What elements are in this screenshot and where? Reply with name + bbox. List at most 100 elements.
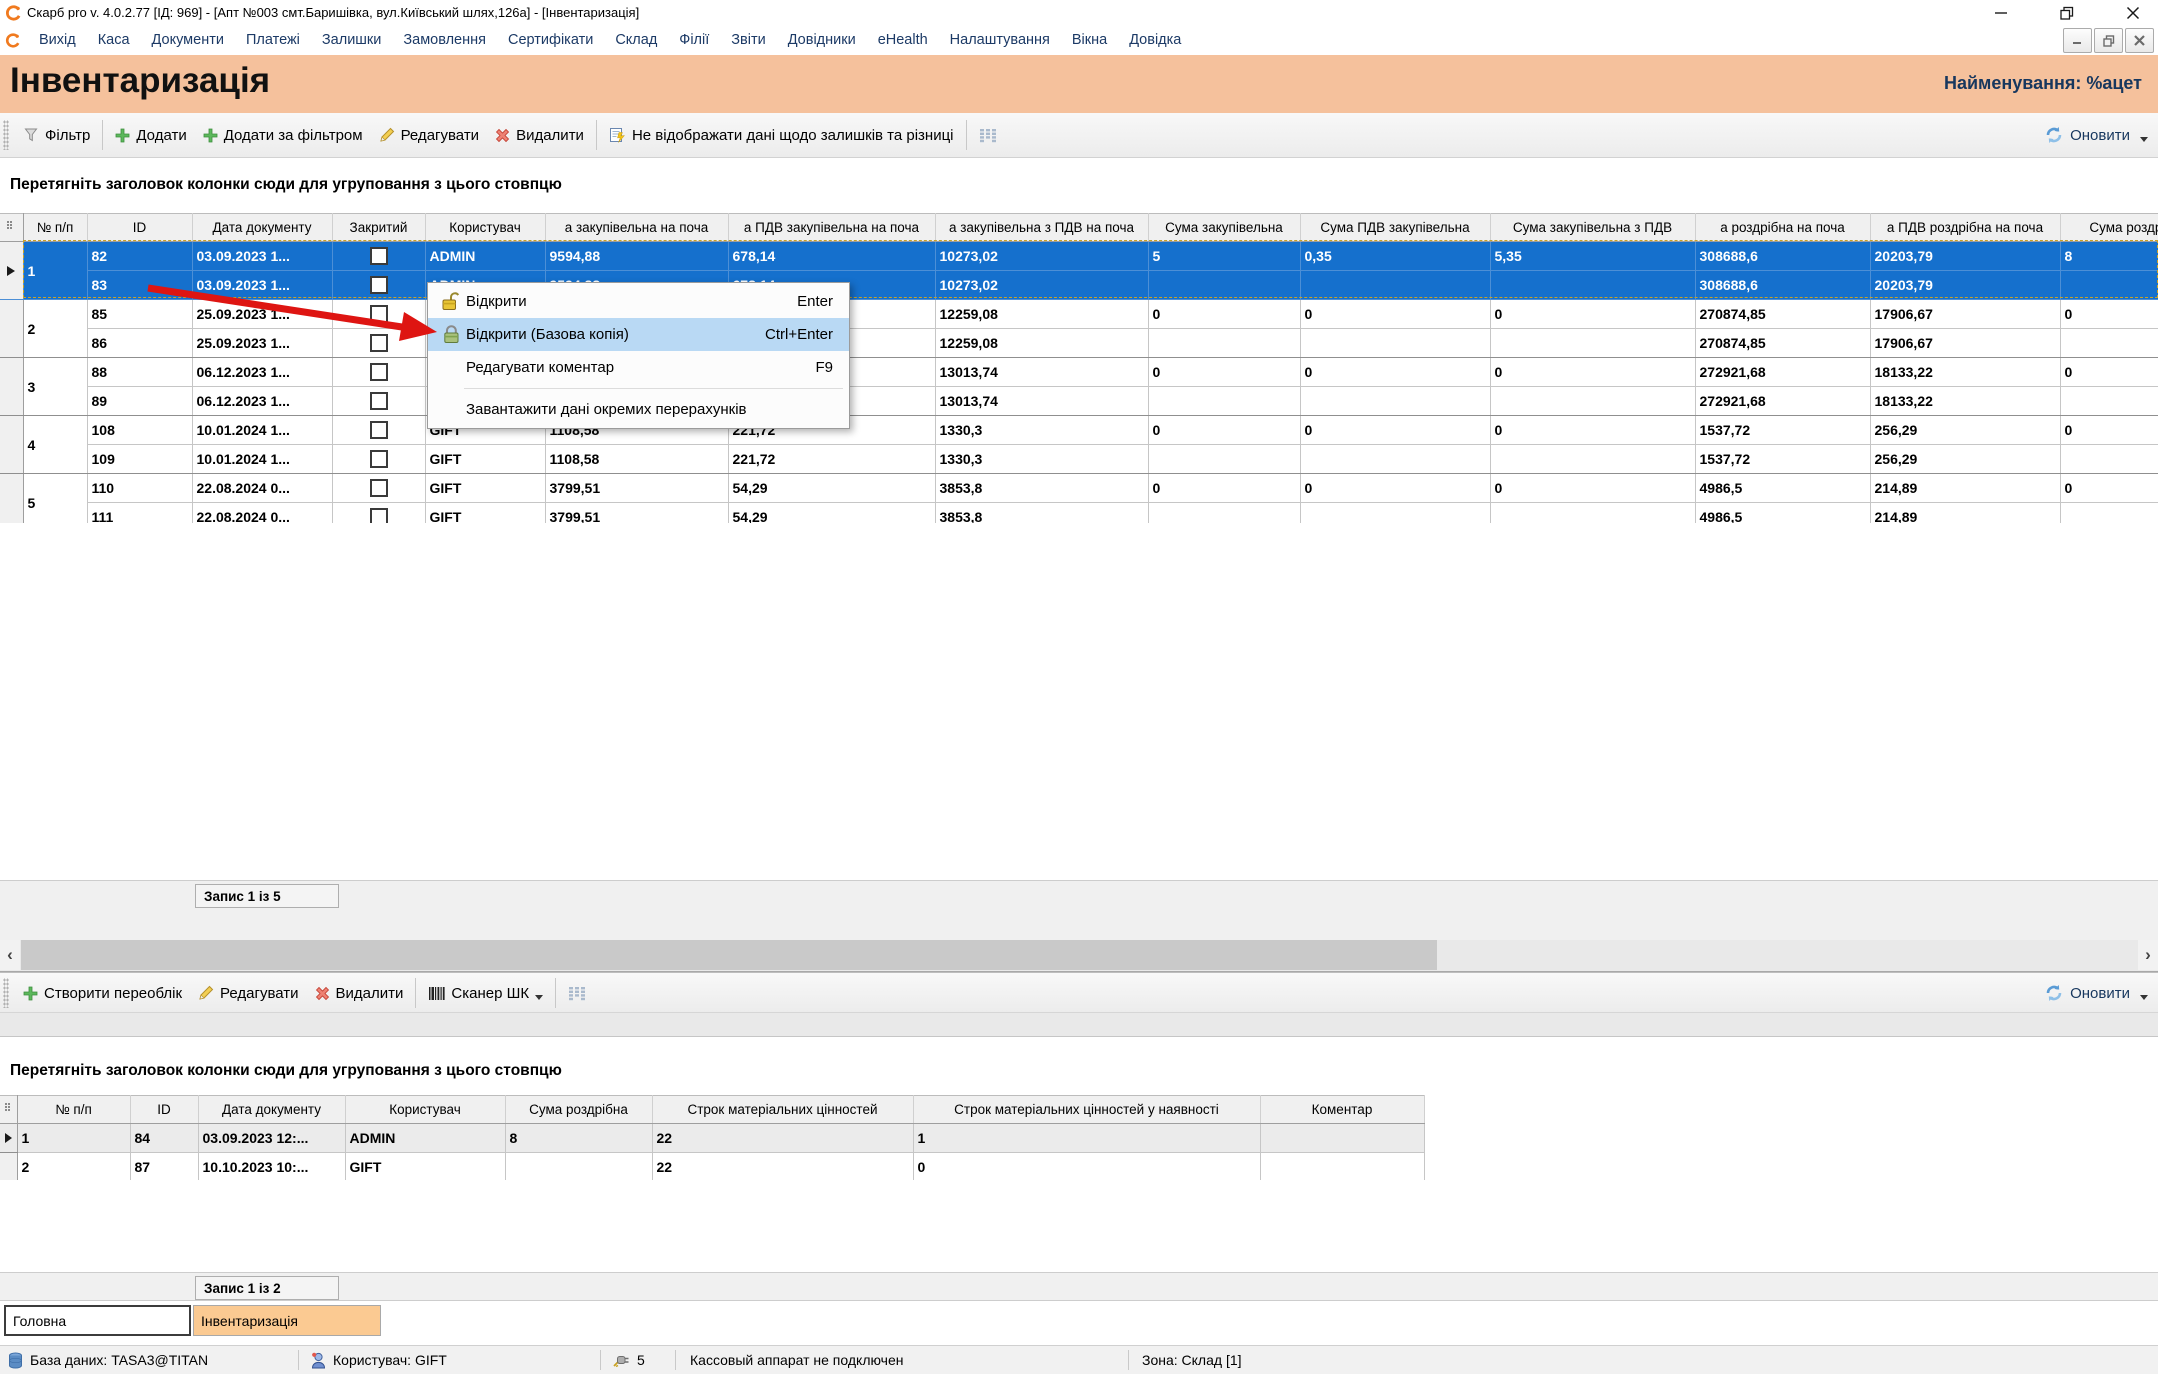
row-indicator-cell: [0, 1124, 17, 1153]
inventory-row[interactable]: 18203.09.2023 1...ADMIN9594,88678,141027…: [0, 242, 2158, 271]
mdi-minimize-icon[interactable]: [2063, 28, 2092, 53]
context-menu-item-0[interactable]: ВідкритиEnter: [428, 285, 849, 318]
column-header[interactable]: а закупівельна на поча: [545, 214, 728, 242]
inventory-row[interactable]: 410810.01.2024 1...GIFT1108,58221,721330…: [0, 416, 2158, 445]
menu-item-3[interactable]: Платежі: [235, 25, 311, 55]
minimize-window-icon[interactable]: [1986, 2, 2016, 24]
close-window-icon[interactable]: [2118, 2, 2148, 24]
cell-purch-vat-start: 12259,08: [935, 300, 1148, 329]
inventory-row[interactable]: 11122.08.2024 0...GIFT3799,5154,293853,8…: [0, 503, 2158, 524]
column-chooser-button[interactable]: [971, 124, 1005, 147]
cell-sum-vat-purch: 0: [1300, 300, 1490, 329]
column-header[interactable]: Строк матеріальних цінностей: [652, 1096, 913, 1124]
context-menu-item-1[interactable]: Відкрити (Базова копія)Ctrl+Enter: [428, 318, 849, 351]
scroll-left-icon[interactable]: ‹: [0, 940, 20, 970]
closed-checkbox[interactable]: [370, 508, 388, 523]
column-header[interactable]: Сума закупівельна з ПДВ: [1490, 214, 1695, 242]
scroll-right-icon[interactable]: ›: [2138, 940, 2158, 970]
column-chooser-button[interactable]: [560, 982, 594, 1005]
tab-home[interactable]: Головна: [4, 1305, 191, 1336]
inventory-row[interactable]: 8906.12.2023 1...13013,74272921,6818133,…: [0, 387, 2158, 416]
menu-item-12[interactable]: Налаштування: [939, 25, 1061, 55]
closed-checkbox[interactable]: [370, 305, 388, 323]
inventory-row[interactable]: 38806.12.2023 1...13013,74000272921,6818…: [0, 358, 2158, 387]
menu-item-11[interactable]: eHealth: [867, 25, 939, 55]
column-header[interactable]: а роздрібна на поча: [1695, 214, 1870, 242]
add-button[interactable]: Додати: [107, 123, 194, 148]
closed-checkbox[interactable]: [370, 450, 388, 468]
create-recount-button[interactable]: Створити переоблік: [15, 981, 190, 1006]
column-header[interactable]: а ПДВ закупівельна на поча: [728, 214, 935, 242]
edit-recount-button[interactable]: Редагувати: [190, 981, 307, 1006]
hide-balances-toggle-button[interactable]: Не відображати дані щодо залишків та різ…: [601, 123, 962, 148]
column-header[interactable]: Дата документу: [198, 1096, 345, 1124]
menu-item-8[interactable]: Філії: [668, 25, 720, 55]
column-header[interactable]: Користувач: [345, 1096, 505, 1124]
closed-checkbox[interactable]: [370, 392, 388, 410]
column-header[interactable]: № п/п: [23, 214, 87, 242]
tab-inventory[interactable]: Інвентаризація: [193, 1305, 381, 1336]
column-header[interactable]: Сума ПДВ закупівельна: [1300, 214, 1490, 242]
context-menu-item-2[interactable]: Редагувати коментарF9: [428, 351, 849, 384]
refresh-button[interactable]: Оновити: [2036, 980, 2138, 1006]
closed-checkbox[interactable]: [370, 276, 388, 294]
inventory-row[interactable]: 10910.01.2024 1...GIFT1108,58221,721330,…: [0, 445, 2158, 474]
delete-recount-button[interactable]: Видалити: [307, 981, 412, 1006]
cell-purch-vat-start: 3853,8: [935, 503, 1148, 524]
column-header[interactable]: Закритий: [332, 214, 425, 242]
column-header[interactable]: Сума роздрібна: [505, 1096, 652, 1124]
menu-item-10[interactable]: Довідники: [777, 25, 867, 55]
inventory-row[interactable]: 8303.09.2023 1...ADMIN9594,88678,1410273…: [0, 271, 2158, 300]
menu-item-2[interactable]: Документи: [141, 25, 235, 55]
header-indicator-cell[interactable]: [0, 1096, 17, 1124]
closed-checkbox[interactable]: [370, 479, 388, 497]
refresh-dropdown-caret-icon[interactable]: [2140, 995, 2148, 1000]
menu-item-7[interactable]: Склад: [604, 25, 668, 55]
column-header[interactable]: ID: [130, 1096, 198, 1124]
column-header[interactable]: Дата документу: [192, 214, 332, 242]
inventory-row[interactable]: 511022.08.2024 0...GIFT3799,5154,293853,…: [0, 474, 2158, 503]
inventory-row[interactable]: 28525.09.2023 1...12259,08000270874,8517…: [0, 300, 2158, 329]
menu-item-14[interactable]: Довідка: [1118, 25, 1192, 55]
column-header[interactable]: Користувач: [425, 214, 545, 242]
column-header[interactable]: Коментар: [1260, 1096, 1424, 1124]
barcode-scanner-button[interactable]: Сканер ШК: [420, 981, 551, 1006]
restore-window-icon[interactable]: [2052, 2, 2082, 24]
closed-checkbox[interactable]: [370, 421, 388, 439]
mdi-close-icon[interactable]: [2125, 28, 2154, 53]
delete-button[interactable]: Видалити: [487, 123, 592, 148]
mdi-restore-icon[interactable]: [2094, 28, 2123, 53]
scrollbar-thumb[interactable]: [21, 940, 1437, 970]
add-by-filter-button[interactable]: Додати за фільтром: [195, 123, 371, 148]
menu-item-6[interactable]: Сертифікати: [497, 25, 604, 55]
recount-row[interactable]: 18403.09.2023 12:...ADMIN8221: [0, 1124, 1424, 1153]
menu-item-9[interactable]: Звіти: [720, 25, 776, 55]
menu-item-5[interactable]: Замовлення: [392, 25, 497, 55]
menu-item-0[interactable]: Вихід: [28, 25, 87, 55]
column-header[interactable]: а ПДВ роздрібна на поча: [1870, 214, 2060, 242]
column-header[interactable]: а закупівельна з ПДВ на поча: [935, 214, 1148, 242]
cell-sum-vat-purch: [1300, 329, 1490, 358]
edit-button[interactable]: Редагувати: [371, 123, 488, 148]
column-header[interactable]: Сума роздрібн: [2060, 214, 2158, 242]
column-header[interactable]: ID: [87, 214, 192, 242]
menu-item-4[interactable]: Залишки: [311, 25, 392, 55]
recount-row[interactable]: 28710.10.2023 10:...GIFT220: [0, 1153, 1424, 1181]
closed-checkbox[interactable]: [370, 247, 388, 265]
context-menu-item-4[interactable]: Завантажити дані окремих перерахунків: [428, 393, 849, 426]
column-header[interactable]: № п/п: [17, 1096, 130, 1124]
column-header[interactable]: Сума закупівельна: [1148, 214, 1300, 242]
menu-item-13[interactable]: Вікна: [1061, 25, 1118, 55]
filter-button[interactable]: Фільтр: [15, 123, 98, 148]
menu-item-1[interactable]: Каса: [87, 25, 141, 55]
toolbar-grip[interactable]: [3, 120, 9, 150]
horizontal-scrollbar[interactable]: ‹ ›: [0, 940, 2158, 972]
closed-checkbox[interactable]: [370, 363, 388, 381]
closed-checkbox[interactable]: [370, 334, 388, 352]
inventory-row[interactable]: 8625.09.2023 1...12259,08270874,8517906,…: [0, 329, 2158, 358]
toolbar-grip[interactable]: [3, 978, 9, 1008]
column-header[interactable]: Строк матеріальних цінностей у наявності: [913, 1096, 1260, 1124]
refresh-button[interactable]: Оновити: [2036, 122, 2138, 148]
header-indicator-cell[interactable]: [0, 214, 23, 242]
refresh-dropdown-caret-icon[interactable]: [2140, 137, 2148, 142]
